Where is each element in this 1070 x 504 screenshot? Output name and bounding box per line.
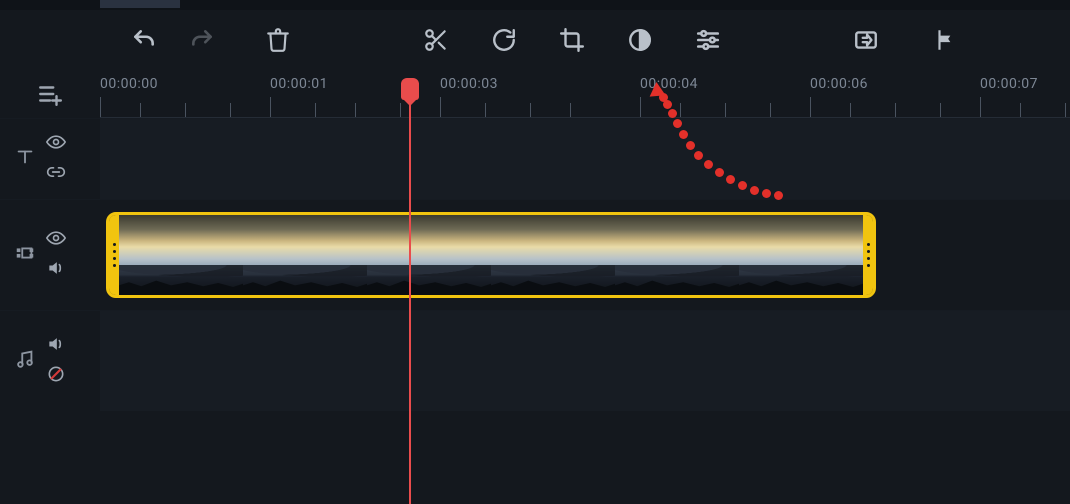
speaker-icon (46, 334, 66, 354)
ruler-tick-major (270, 97, 271, 117)
split-button[interactable] (417, 21, 455, 59)
ruler-tick-major (440, 97, 441, 117)
scissors-icon (423, 27, 449, 53)
ruler-tick-major (640, 97, 641, 117)
video-clip[interactable] (106, 212, 876, 298)
clip-thumbnail (119, 215, 243, 295)
ruler-tick (355, 103, 356, 117)
ruler-label: 00:00:00 (100, 76, 158, 92)
ruler-label: 00:00:04 (640, 76, 698, 92)
track-text-visibility-toggle[interactable] (46, 132, 66, 156)
timeline-ruler-row: 00:00:00 00:00:01 00:00:03 00:00:04 00:00:06… (0, 70, 1070, 118)
ruler-tick (400, 103, 401, 117)
filmstrip-icon (14, 242, 36, 264)
track-video-audio-toggle[interactable] (46, 258, 66, 282)
ruler-label: 00:00:03 (440, 76, 498, 92)
ruler-tick-major (100, 97, 101, 117)
clip-thumbnail (739, 215, 863, 295)
ruler-tick (770, 103, 771, 117)
ruler-tick (940, 103, 941, 117)
mute-icon (46, 364, 66, 384)
ruler-label: 00:00:06 (810, 76, 868, 92)
add-track-icon (37, 81, 63, 107)
link-icon (46, 162, 66, 182)
track-video-lane[interactable] (100, 200, 1070, 310)
track-audio-gutter (0, 311, 100, 411)
adjust-button[interactable] (689, 21, 727, 59)
eye-icon (46, 228, 66, 248)
playhead-handle[interactable] (401, 78, 419, 100)
crop-button[interactable] (553, 21, 591, 59)
audio-track-icon (14, 348, 36, 374)
crop-icon (559, 27, 585, 53)
clip-handle-left[interactable] (109, 215, 119, 295)
undo-button[interactable] (125, 21, 163, 59)
ruler-tick-major (810, 97, 811, 117)
tracks-area (0, 118, 1070, 411)
ruler-tick (230, 103, 231, 117)
clip-thumbnails (119, 215, 863, 295)
clip-thumbnail (243, 215, 367, 295)
track-text-lane[interactable] (100, 119, 1070, 199)
ruler-tick (680, 103, 681, 117)
timeline-toolbar (0, 10, 1070, 70)
export-frame-button[interactable] (847, 21, 885, 59)
delete-button[interactable] (259, 21, 297, 59)
clip-thumbnail (615, 215, 739, 295)
redo-button[interactable] (183, 21, 221, 59)
clip-thumbnail (491, 215, 615, 295)
ruler-tick (530, 103, 531, 117)
trash-icon (265, 27, 291, 53)
track-text (0, 118, 1070, 199)
track-audio-mute-indicator[interactable] (46, 364, 66, 388)
track-video (0, 199, 1070, 310)
undo-icon (131, 27, 157, 53)
track-video-visibility-toggle[interactable] (46, 228, 66, 252)
ruler-tick (485, 103, 486, 117)
speaker-icon (46, 258, 66, 278)
track-text-gutter (0, 119, 100, 199)
rotate-icon (491, 27, 517, 53)
ruler-tick (570, 103, 571, 117)
track-audio (0, 310, 1070, 411)
track-audio-toggle[interactable] (46, 334, 66, 358)
ruler-tick (895, 103, 896, 117)
ruler-tick (140, 103, 141, 117)
text-track-icon (14, 146, 36, 172)
active-tab-indicator (100, 0, 180, 8)
ruler-tick (1020, 103, 1021, 117)
flag-icon (933, 27, 959, 53)
track-video-gutter (0, 200, 100, 310)
clip-thumbnail (367, 215, 491, 295)
sliders-icon (695, 27, 721, 53)
track-audio-lane[interactable] (100, 311, 1070, 411)
ruler-tick (185, 103, 186, 117)
color-button[interactable] (621, 21, 659, 59)
ruler-label: 00:00:01 (270, 76, 328, 92)
eye-icon (46, 132, 66, 152)
marker-button[interactable] (927, 21, 965, 59)
panel-tab-strip (0, 0, 1070, 10)
ruler-tick (1065, 103, 1066, 117)
contrast-icon (627, 27, 653, 53)
timeline-ruler[interactable]: 00:00:00 00:00:01 00:00:03 00:00:04 00:00:06… (100, 70, 1070, 118)
ruler-tick (315, 103, 316, 117)
track-text-link-toggle[interactable] (46, 162, 66, 186)
ruler-label: 00:00:07 (980, 76, 1038, 92)
add-track-button[interactable] (0, 70, 100, 118)
ruler-tick-major (980, 97, 981, 117)
redo-icon (189, 27, 215, 53)
export-frame-icon (853, 27, 879, 53)
clip-handle-right[interactable] (863, 215, 873, 295)
rotate-button[interactable] (485, 21, 523, 59)
video-track-icon (14, 242, 36, 268)
ruler-tick (850, 103, 851, 117)
music-icon (14, 348, 36, 370)
ruler-tick (725, 103, 726, 117)
